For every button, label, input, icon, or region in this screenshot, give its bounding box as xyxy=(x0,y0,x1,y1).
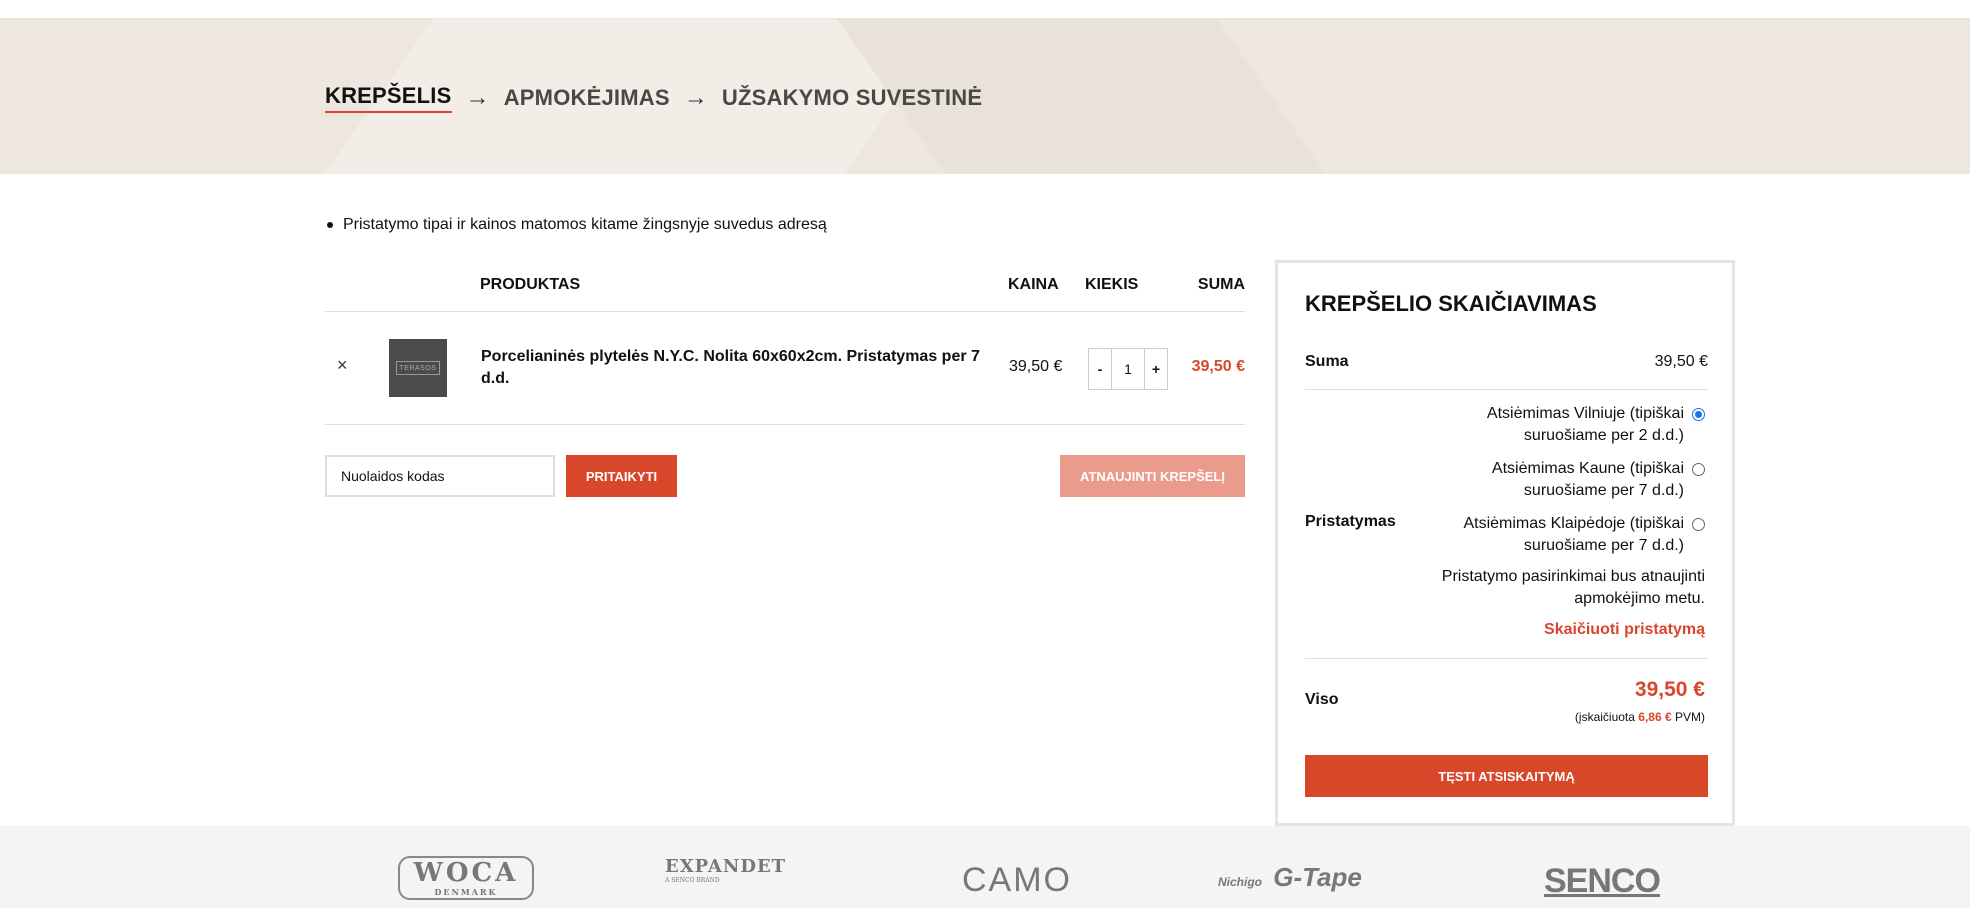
table-row: × TERASOS Porcelianinės plytelės N.Y.C. … xyxy=(325,312,1245,425)
header-price: KAINA xyxy=(1008,276,1059,293)
shipping-option-label: Atsiėmimas Kaune (tipiškai suruošiame pe… xyxy=(1491,460,1684,499)
camo-logo[interactable]: CAMO xyxy=(962,861,1072,900)
calculate-shipping-link[interactable]: Skaičiuoti pristatymą xyxy=(1544,621,1705,639)
expandet-logo[interactable]: EXPANDET A SENCO BRAND xyxy=(665,856,786,884)
remove-item-icon[interactable]: × xyxy=(337,356,353,374)
expandet-logo-text: EXPANDET xyxy=(665,856,787,877)
header-quantity: KIEKIS xyxy=(1085,276,1139,293)
woca-logo-sub: DENMARK xyxy=(434,887,498,897)
checkout-banner: KREPŠELIS → APMOKĖJIMAS → UŽSAKYMO SUVES… xyxy=(0,19,1970,174)
shipping-option-vilnius[interactable]: Atsiėmimas Vilniuje (tipiškai suruošiame… xyxy=(1415,403,1705,447)
apply-coupon-button[interactable]: PRITAIKYTI xyxy=(566,455,677,497)
radio-icon[interactable] xyxy=(1692,518,1705,531)
proceed-to-checkout-button[interactable]: TĘSTI ATSISKAITYMĄ xyxy=(1305,755,1708,797)
shipping-option-label: Atsiėmimas Klaipėdoje (tipiškai suruošia… xyxy=(1463,515,1684,554)
step-cart[interactable]: KREPŠELIS xyxy=(325,83,452,113)
product-subtotal: 39,50 € xyxy=(1191,358,1245,375)
gtape-logo[interactable]: Nichigo G-Tape xyxy=(1218,862,1362,893)
total-label: Viso xyxy=(1305,691,1339,708)
notice-text: Pristatymo tipai ir kainos matomos kitam… xyxy=(343,216,827,233)
expandet-logo-sub: A SENCO BRAND xyxy=(665,877,720,884)
coupon-code-input[interactable]: Nuolaidos kodas xyxy=(325,455,555,497)
totals-title: KREPŠELIO SKAIČIAVIMAS xyxy=(1305,291,1597,316)
shipping-label: Pristatymas xyxy=(1305,513,1396,530)
update-cart-button[interactable]: ATNAUJINTI KREPŠELĮ xyxy=(1060,455,1245,497)
step-payment[interactable]: APMOKĖJIMAS xyxy=(504,85,670,111)
vat-prefix: (įskaičiuota xyxy=(1574,710,1635,724)
arrow-right-icon: → xyxy=(683,84,708,111)
table-header: PRODUKTAS KAINA KIEKIS SUMA xyxy=(325,262,1245,312)
arrow-right-icon: → xyxy=(465,84,490,111)
vat-amount: 6,86 € xyxy=(1638,710,1672,724)
product-price: 39,50 € xyxy=(1009,358,1063,375)
bullet-icon xyxy=(327,222,333,228)
product-logo: TERASOS xyxy=(396,361,440,375)
subtotal-row: Suma 39,50 € xyxy=(1305,338,1708,390)
shipping-notice: Pristatymo tipai ir kainos matomos kitam… xyxy=(325,216,827,234)
shipping-option-kaunas[interactable]: Atsiėmimas Kaune (tipiškai suruošiame pe… xyxy=(1415,458,1705,502)
subtotal-value: 39,50 € xyxy=(1654,353,1708,370)
shipping-options: Atsiėmimas Vilniuje (tipiškai suruošiame… xyxy=(1415,403,1705,568)
qty-decrease-button[interactable]: - xyxy=(1088,348,1112,390)
cart-table: PRODUKTAS KAINA KIEKIS SUMA × TERASOS Po… xyxy=(325,262,1245,425)
gtape-logo-prefix: Nichigo xyxy=(1218,875,1262,889)
cart-totals-panel: KREPŠELIO SKAIČIAVIMAS Suma 39,50 € Pris… xyxy=(1275,260,1735,826)
header-subtotal: SUMA xyxy=(1197,276,1245,293)
shipping-note: Pristatymo pasirinkimai bus atnaujinti a… xyxy=(1441,568,1705,607)
qty-input[interactable]: 1 xyxy=(1112,348,1144,390)
vat-note: (įskaičiuota 6,86 € PVM) xyxy=(1575,710,1705,724)
shipping-option-klaipeda[interactable]: Atsiėmimas Klaipėdoje (tipiškai suruošia… xyxy=(1415,513,1705,557)
total-value: 39,50 € xyxy=(1634,678,1705,701)
woca-logo-text: WOCA xyxy=(413,858,519,888)
gtape-logo-text: G-Tape xyxy=(1273,862,1362,892)
product-name-link[interactable]: Porcelianinės plytelės N.Y.C. Nolita 60x… xyxy=(481,346,981,390)
divider xyxy=(1305,658,1708,659)
vat-suffix: PVM) xyxy=(1675,710,1705,724)
top-bar xyxy=(0,0,1970,19)
brand-logos-strip: WOCA DENMARK EXPANDET A SENCO BRAND CAMO… xyxy=(0,826,1970,908)
shipping-option-label: Atsiėmimas Vilniuje (tipiškai suruošiame… xyxy=(1486,405,1684,444)
header-product: PRODUKTAS xyxy=(480,276,581,293)
product-thumbnail[interactable]: TERASOS xyxy=(389,339,447,397)
qty-increase-button[interactable]: + xyxy=(1144,348,1168,390)
radio-selected-icon[interactable] xyxy=(1692,408,1705,421)
subtotal-label: Suma xyxy=(1305,353,1349,370)
radio-icon[interactable] xyxy=(1692,463,1705,476)
quantity-stepper: - 1 + xyxy=(1088,348,1168,390)
woca-logo[interactable]: WOCA DENMARK xyxy=(398,856,534,900)
step-order-summary[interactable]: UŽSAKYMO SUVESTINĖ xyxy=(722,85,982,111)
checkout-steps: KREPŠELIS → APMOKĖJIMAS → UŽSAKYMO SUVES… xyxy=(325,83,982,113)
senco-logo[interactable]: SENCO xyxy=(1544,862,1661,901)
